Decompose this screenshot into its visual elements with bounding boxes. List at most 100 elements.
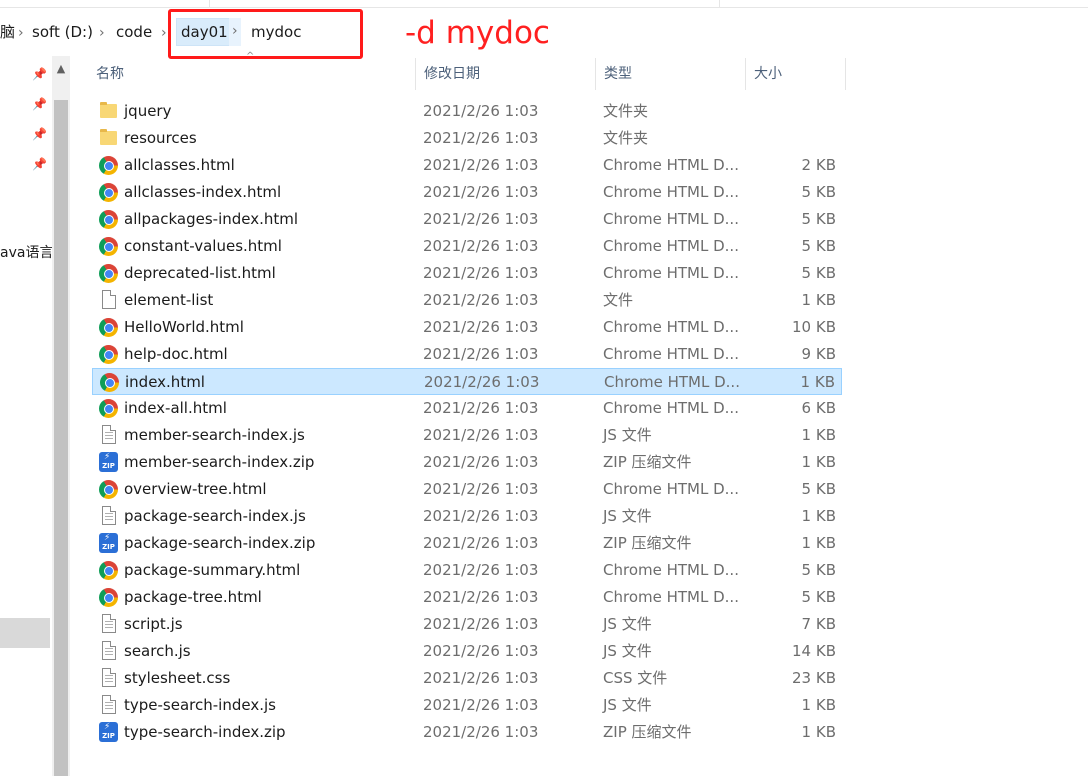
column-header-size[interactable]: 大小 xyxy=(746,58,846,90)
breadcrumb-partial[interactable]: 脑 xyxy=(0,21,15,43)
file-modified-date: 2021/2/26 1:03 xyxy=(423,588,539,606)
folder-icon xyxy=(99,98,119,125)
file-row[interactable]: member-search-index.js 2021/2/26 1:03 JS 文… xyxy=(92,422,842,449)
folder-icon xyxy=(99,125,119,152)
chrome-icon xyxy=(100,369,120,396)
file-row[interactable]: help-doc.html 2021/2/26 1:03 Chrome HTML D… xyxy=(92,341,842,368)
chrome-icon xyxy=(99,206,119,233)
zip-icon: ⚡ ZIP xyxy=(99,449,119,476)
file-row[interactable]: constant-values.html 2021/2/26 1:03 Chrome… xyxy=(92,233,842,260)
file-row[interactable]: ⚡ ZIP member-search-index.zip 2021/2/26 1:0… xyxy=(92,449,842,476)
pin-icon[interactable]: 📌 xyxy=(32,127,47,141)
title-strip xyxy=(0,0,1088,8)
file-row[interactable]: jquery 2021/2/26 1:03 文件夹 xyxy=(92,98,842,125)
file-type: JS 文件 xyxy=(603,642,652,660)
file-row[interactable]: allclasses.html 2021/2/26 1:03 Chrome HTML… xyxy=(92,152,842,179)
file-row[interactable]: overview-tree.html 2021/2/26 1:03 Chrome H… xyxy=(92,476,842,503)
chrome-icon xyxy=(99,395,119,422)
file-size: 5 KB xyxy=(801,588,836,606)
file-row[interactable]: resources 2021/2/26 1:03 文件夹 xyxy=(92,125,842,152)
file-size: 5 KB xyxy=(801,237,836,255)
file-name: allclasses.html xyxy=(124,156,235,174)
file-row[interactable]: package-summary.html 2021/2/26 1:03 Chrome… xyxy=(92,557,842,584)
file-row[interactable]: script.js 2021/2/26 1:03 JS 文件 7 KB xyxy=(92,611,842,638)
file-modified-date: 2021/2/26 1:03 xyxy=(423,534,539,552)
column-headers: 名称 ^ 修改日期 类型 大小 xyxy=(86,52,846,90)
chrome-icon xyxy=(99,233,119,260)
file-type: JS 文件 xyxy=(603,696,652,714)
file-type: JS 文件 xyxy=(603,426,652,444)
breadcrumb-separator[interactable]: › xyxy=(161,22,167,44)
file-row[interactable]: allpackages-index.html 2021/2/26 1:03 Chro… xyxy=(92,206,842,233)
file-row[interactable]: index.html 2021/2/26 1:03 Chrome HTML D...… xyxy=(92,368,842,395)
file-row[interactable]: element-list 2021/2/26 1:03 文件 1 KB xyxy=(92,287,842,314)
file-type: JS 文件 xyxy=(603,615,652,633)
file-type: Chrome HTML D... xyxy=(603,210,739,228)
chrome-icon xyxy=(99,314,119,341)
file-modified-date: 2021/2/26 1:03 xyxy=(423,669,539,687)
breadcrumb-item-soft[interactable]: soft (D:) xyxy=(32,21,93,43)
file-type: Chrome HTML D... xyxy=(603,561,739,579)
file-type: Chrome HTML D... xyxy=(603,480,739,498)
file-modified-date: 2021/2/26 1:03 xyxy=(423,345,539,363)
file-name: package-search-index.js xyxy=(124,507,306,525)
file-type: ZIP 压缩文件 xyxy=(603,723,692,741)
sort-up-icon: ^ xyxy=(246,51,255,62)
file-size: 10 KB xyxy=(792,318,836,336)
file-row[interactable]: search.js 2021/2/26 1:03 JS 文件 14 KB xyxy=(92,638,842,665)
breadcrumb-separator[interactable]: › xyxy=(99,22,105,44)
file-size: 1 KB xyxy=(801,291,836,309)
file-name: deprecated-list.html xyxy=(124,264,276,282)
file-type: Chrome HTML D... xyxy=(603,156,739,174)
file-size: 1 KB xyxy=(801,723,836,741)
file-name: allclasses-index.html xyxy=(124,183,282,201)
nav-scrollbar[interactable]: ▲ xyxy=(52,56,70,776)
file-modified-date: 2021/2/26 1:03 xyxy=(423,507,539,525)
file-modified-date: 2021/2/26 1:03 xyxy=(423,264,539,282)
file-size: 9 KB xyxy=(801,345,836,363)
column-header-type[interactable]: 类型 xyxy=(596,58,746,90)
chrome-icon xyxy=(99,341,119,368)
file-name: package-tree.html xyxy=(124,588,262,606)
file-size: 6 KB xyxy=(801,399,836,417)
file-modified-date: 2021/2/26 1:03 xyxy=(423,237,539,255)
file-row[interactable]: ⚡ ZIP package-search-index.zip 2021/2/26 1:… xyxy=(92,530,842,557)
file-row[interactable]: stylesheet.css 2021/2/26 1:03 CSS 文件 23 KB xyxy=(92,665,842,692)
file-name: constant-values.html xyxy=(124,237,282,255)
file-type: Chrome HTML D... xyxy=(603,237,739,255)
file-row[interactable]: ⚡ ZIP type-search-index.zip 2021/2/26 1:03 Z… xyxy=(92,719,842,746)
file-row[interactable]: HelloWorld.html 2021/2/26 1:03 Chrome HTML… xyxy=(92,314,842,341)
nav-scrollbar-thumb[interactable] xyxy=(54,100,68,776)
file-modified-date: 2021/2/26 1:03 xyxy=(423,210,539,228)
column-header-date[interactable]: 修改日期 xyxy=(416,58,596,90)
file-row[interactable]: index-all.html 2021/2/26 1:03 Chrome HTML … xyxy=(92,395,842,422)
column-header-name[interactable]: 名称 ^ xyxy=(86,52,416,90)
file-type: Chrome HTML D... xyxy=(603,588,739,606)
text-file-icon xyxy=(99,422,119,449)
title-strip-segment xyxy=(0,0,210,8)
breadcrumb-item-code[interactable]: code xyxy=(116,21,152,43)
file-row[interactable]: package-search-index.js 2021/2/26 1:03 JS … xyxy=(92,503,842,530)
file-name: package-search-index.zip xyxy=(124,534,316,552)
file-size: 5 KB xyxy=(801,561,836,579)
file-row[interactable]: deprecated-list.html 2021/2/26 1:03 Chrome… xyxy=(92,260,842,287)
pin-icon[interactable]: 📌 xyxy=(32,97,47,111)
file-row[interactable]: package-tree.html 2021/2/26 1:03 Chrome HT… xyxy=(92,584,842,611)
text-file-icon xyxy=(99,665,119,692)
file-type: ZIP 压缩文件 xyxy=(603,453,692,471)
file-type: JS 文件 xyxy=(603,507,652,525)
nav-item-partial[interactable]: ava语言 xyxy=(0,242,53,262)
file-row[interactable]: type-search-index.js 2021/2/26 1:03 JS 文件 1… xyxy=(92,692,842,719)
file-row[interactable]: allclasses-index.html 2021/2/26 1:03 Chrom… xyxy=(92,179,842,206)
chevron-up-icon[interactable]: ▲ xyxy=(52,58,70,80)
pin-icon[interactable]: 📌 xyxy=(32,157,47,171)
file-name: member-search-index.js xyxy=(124,426,305,444)
breadcrumb-separator[interactable]: › xyxy=(18,22,24,44)
nav-item-selected[interactable] xyxy=(0,618,50,648)
file-modified-date: 2021/2/26 1:03 xyxy=(423,399,539,417)
file-type: CSS 文件 xyxy=(603,669,668,687)
pin-icon[interactable]: 📌 xyxy=(32,67,47,81)
text-file-icon xyxy=(99,503,119,530)
file-modified-date: 2021/2/26 1:03 xyxy=(423,696,539,714)
file-name: package-summary.html xyxy=(124,561,301,579)
